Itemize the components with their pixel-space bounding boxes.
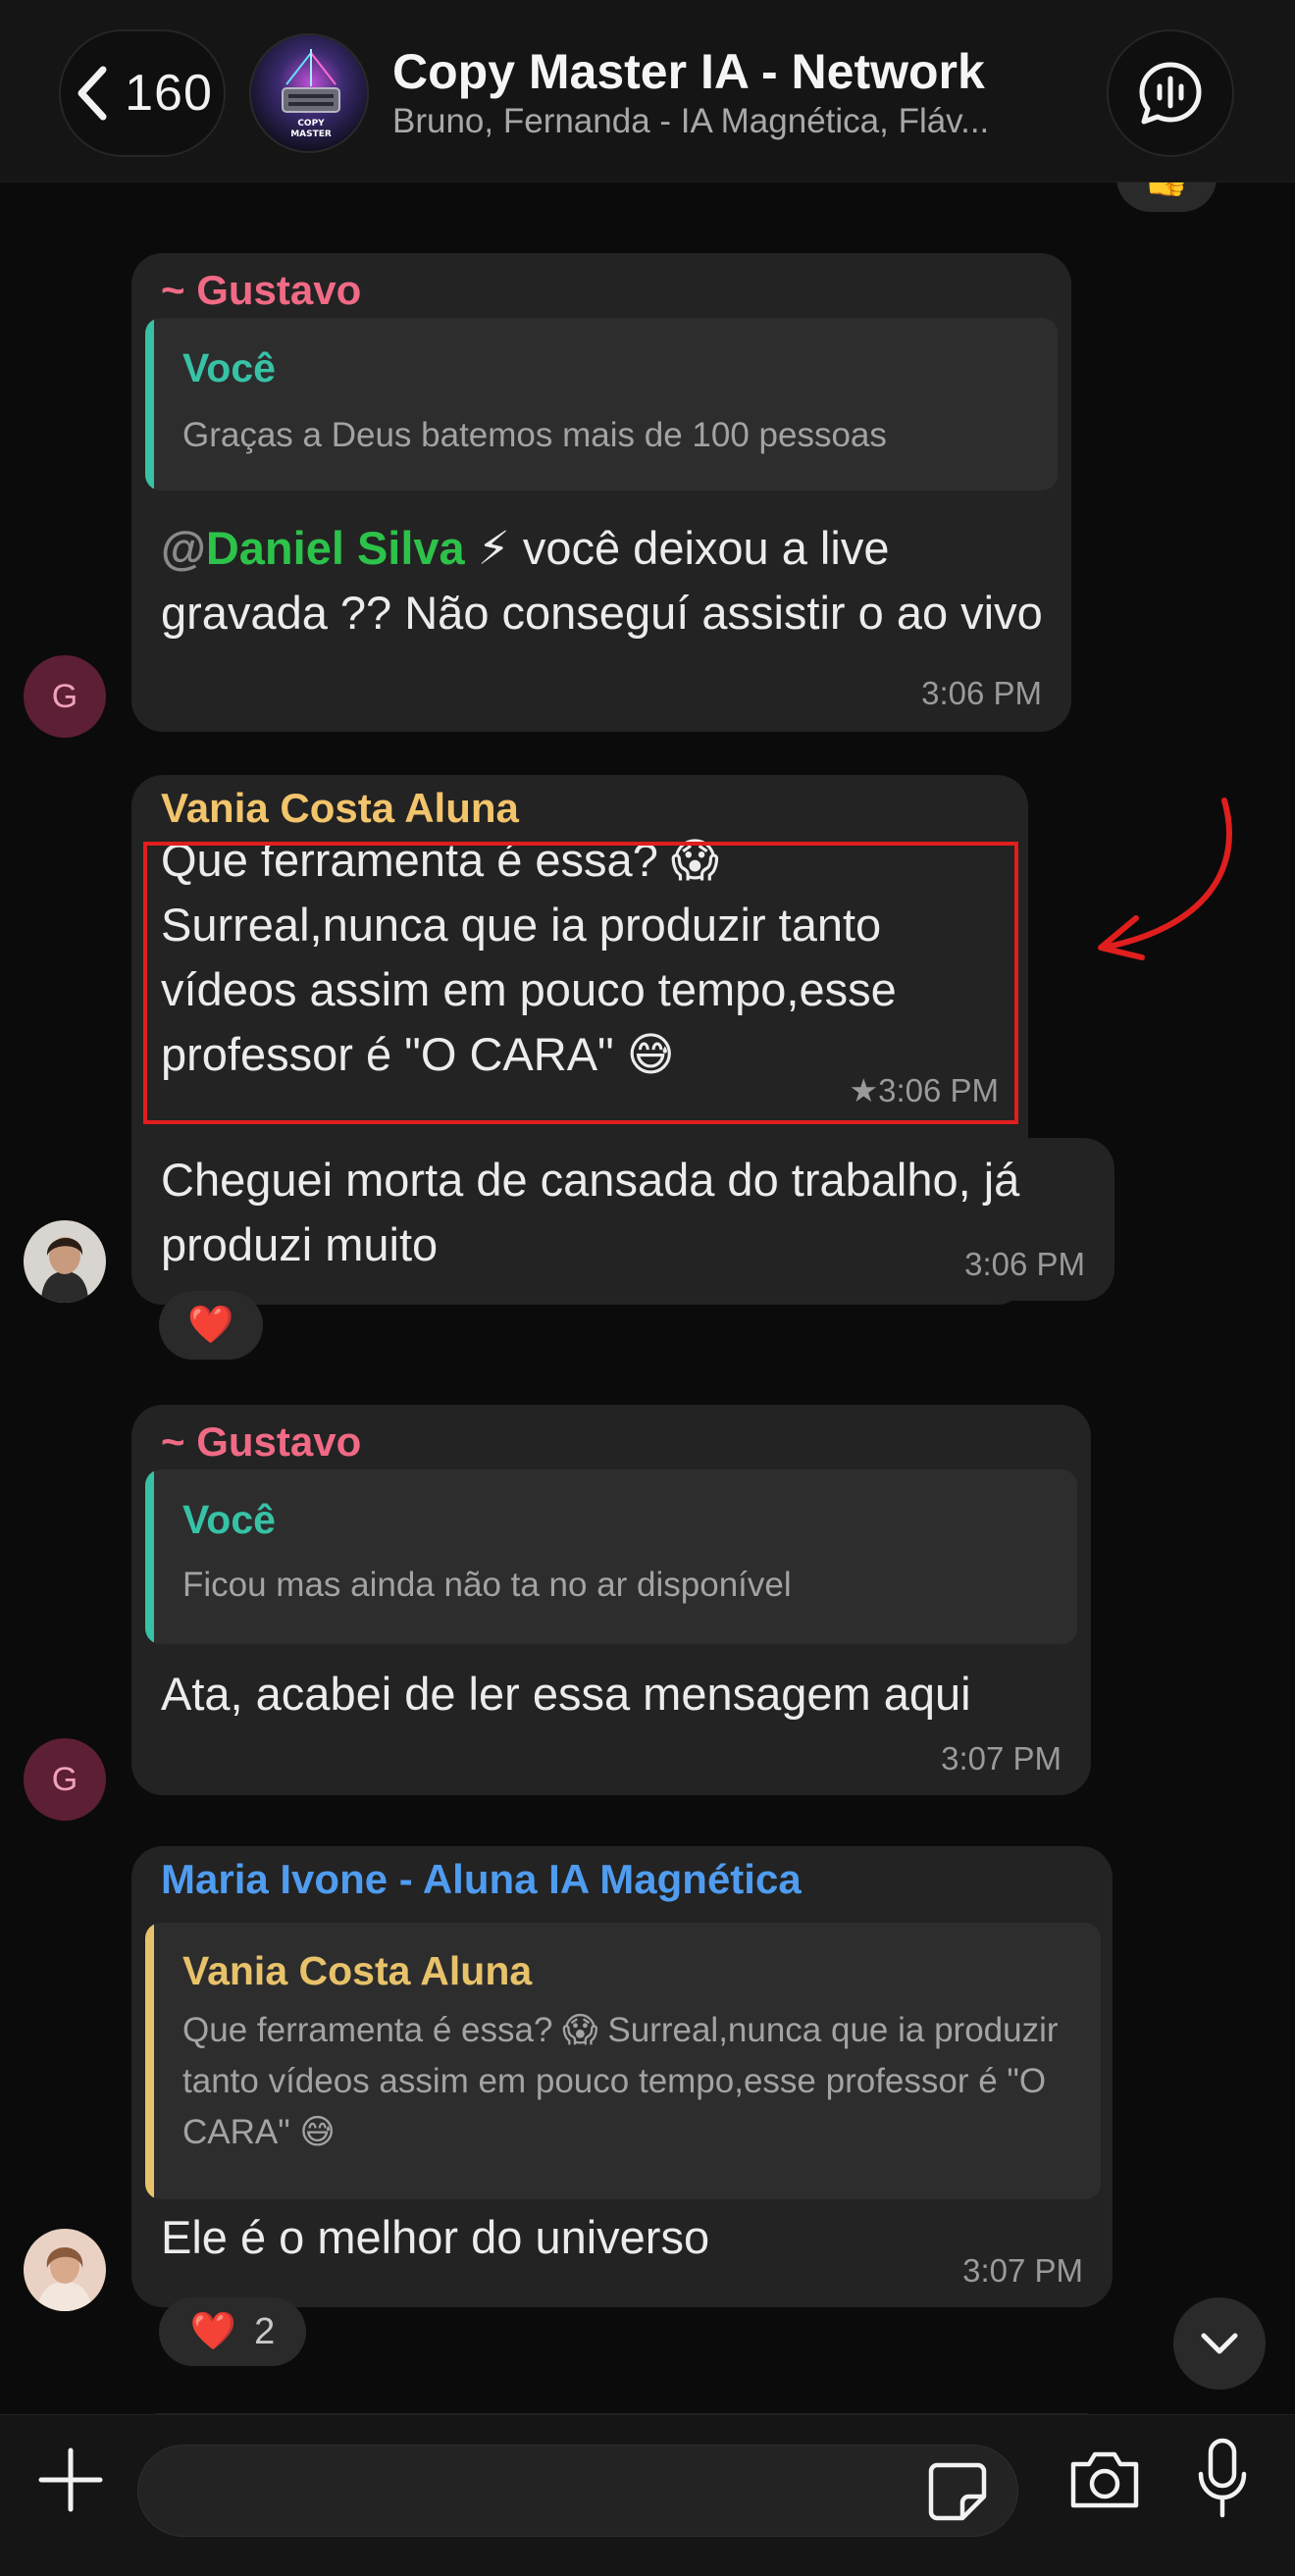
person-photo-icon: [24, 2229, 106, 2311]
message-bubble[interactable]: Cheguei morta de cansada do trabalho, já…: [131, 1138, 1114, 1301]
reply-quote[interactable]: Você Graças a Deus batemos mais de 100 p…: [145, 318, 1058, 490]
heart-icon: ❤️: [189, 2311, 237, 2352]
group-avatar[interactable]: COPY MASTER: [249, 33, 369, 153]
message-time: 3:07 PM: [941, 1740, 1062, 1777]
reply-quote[interactable]: Você Ficou mas ainda não ta no ar dispon…: [145, 1469, 1077, 1644]
quote-sender: Vania Costa Aluna: [182, 1948, 533, 1993]
avatar[interactable]: G: [24, 1738, 106, 1821]
avatar[interactable]: G: [24, 655, 106, 738]
arrow-annotation-icon: [1098, 798, 1232, 960]
message-bubble[interactable]: ~ Gustavo Você Graças a Deus batemos mai…: [131, 253, 1071, 732]
camera-icon[interactable]: [1067, 2447, 1142, 2511]
message-bubble[interactable]: ~ Gustavo Você Ficou mas ainda não ta no…: [131, 1405, 1091, 1795]
reply-quote[interactable]: Vania Costa Aluna Que ferramenta é essa?…: [145, 1923, 1101, 2199]
message-text: Ata, acabei de ler essa mensagem aqui: [161, 1668, 971, 1720]
plus-icon[interactable]: [35, 2445, 106, 2515]
logo-text-2: MASTER: [290, 129, 332, 139]
group-title[interactable]: Copy Master IA - Network: [392, 43, 985, 100]
message-text: @Daniel Silva ⚡ você deixou a live grava…: [161, 516, 1044, 645]
reaction-chip[interactable]: ❤️ 2: [159, 2297, 306, 2366]
voice-chat-icon: [1139, 62, 1202, 125]
quote-bar: [145, 318, 154, 490]
avatar-letter: G: [51, 677, 78, 715]
heart-icon: ❤️: [187, 1305, 234, 1346]
back-button[interactable]: 160: [59, 29, 226, 157]
unread-count: 160: [125, 65, 213, 122]
reaction-count: 2: [254, 2310, 276, 2352]
person-photo-icon: [24, 1220, 106, 1303]
message-text: Ele é o melhor do universo: [161, 2211, 710, 2263]
message-time: 3:07 PM: [962, 2252, 1083, 2289]
sticker-icon[interactable]: [927, 2461, 988, 2522]
logo-text-1: COPY: [297, 119, 325, 129]
chevron-left-icon: [78, 66, 107, 121]
chat-header: 160 COPY MASTER Copy Master IA - Network…: [0, 0, 1295, 182]
message-composer: [0, 2414, 1295, 2576]
message-sender[interactable]: Vania Costa Aluna: [161, 785, 519, 832]
quote-text: Graças a Deus batemos mais de 100 pessoa…: [182, 416, 887, 454]
typewriter-logo-icon: COPY MASTER: [251, 35, 367, 151]
message-bubble[interactable]: Maria Ivone - Aluna IA Magnética Vania C…: [131, 1846, 1113, 2307]
message-sender[interactable]: ~ Gustavo: [161, 1418, 361, 1466]
group-members[interactable]: Bruno, Fernanda - IA Magnética, Fláv...: [392, 102, 1079, 141]
message-list[interactable]: 👍 ~ Gustavo Você Graças a Deus batemos m…: [0, 182, 1295, 2414]
quote-sender: Você: [182, 345, 276, 390]
reaction-chip[interactable]: 👍: [1116, 182, 1217, 212]
avatar-letter: G: [51, 1760, 78, 1798]
highlight-box: [143, 842, 1018, 1124]
chevron-down-icon: [1201, 2333, 1238, 2354]
mention-link[interactable]: Daniel Silva: [206, 522, 465, 574]
quote-text: Ficou mas ainda não ta no ar disponível: [182, 1566, 792, 1604]
quote-sender: Você: [182, 1497, 276, 1542]
scroll-to-bottom-button[interactable]: [1173, 2297, 1266, 2390]
quote-bar: [145, 1469, 154, 1644]
message-sender[interactable]: Maria Ivone - Aluna IA Magnética: [161, 1856, 802, 1903]
quote-text: Que ferramenta é essa? 😱 Surreal,nunca q…: [182, 2011, 1059, 2151]
mention-at: @: [161, 522, 206, 574]
avatar[interactable]: [24, 2229, 106, 2311]
lightning-emoji: ⚡: [477, 522, 510, 574]
message-time: 3:06 PM: [921, 675, 1042, 711]
reaction-chip[interactable]: ❤️: [159, 1291, 263, 1360]
message-input[interactable]: [137, 2445, 1018, 2537]
microphone-icon[interactable]: [1193, 2437, 1252, 2519]
quote-bar: [145, 1923, 154, 2199]
group-call-button[interactable]: [1107, 29, 1234, 157]
message-time: 3:06 PM: [964, 1246, 1085, 1282]
message-text: Cheguei morta de cansada do trabalho, já…: [161, 1154, 1020, 1270]
avatar[interactable]: [24, 1220, 106, 1303]
message-sender[interactable]: ~ Gustavo: [161, 267, 361, 314]
thumbs-up-icon: 👍: [1143, 182, 1189, 199]
